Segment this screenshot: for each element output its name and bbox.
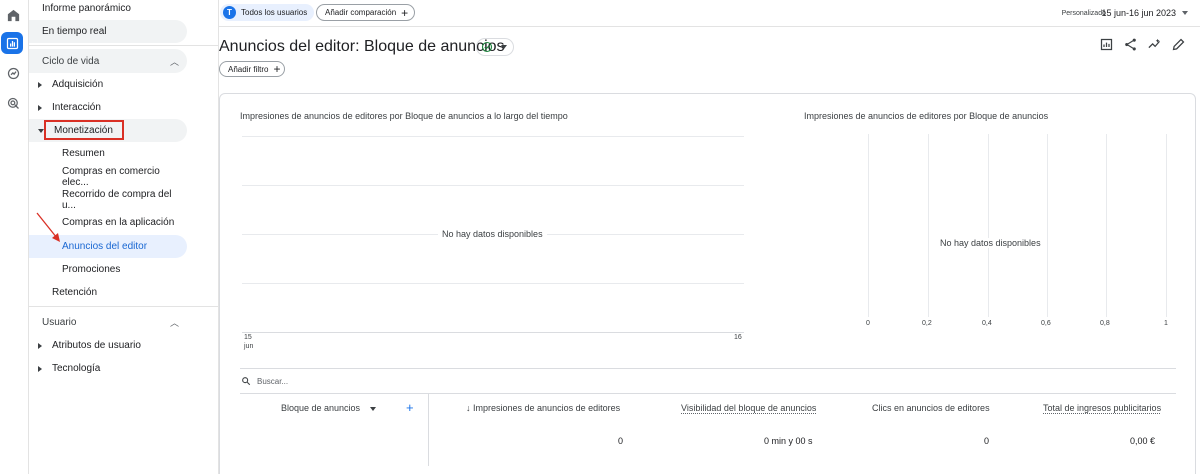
caret-down-icon [369,406,376,411]
divider [29,45,219,46]
report-card: Impresiones de anuncios de editores por … [219,93,1196,474]
divider [29,306,219,307]
expand-triangle-icon [38,342,42,349]
edit-pencil-icon[interactable] [1171,37,1186,52]
add-filter-button[interactable]: Añadir filtro + [219,61,286,77]
x-axis [242,332,744,333]
caret-down-icon [501,45,507,49]
plus-icon: + [401,5,409,20]
report-status-dropdown[interactable] [476,38,514,56]
x-tick-label: 0 [866,320,870,327]
section-user[interactable]: Usuario ︿ [29,310,187,334]
sidebar-subitem[interactable]: Promociones [29,258,187,281]
bar-chart-title: Impresiones de anuncios de editores por … [804,111,1049,121]
date-range-label: Personalizado [1061,10,1106,17]
explore-icon[interactable] [3,63,23,83]
date-range-picker[interactable]: 15 jun-16 jun 2023 [1101,8,1176,18]
page-title: Anuncios del editor: Bloque de anuncios [219,38,505,55]
highlight-box [44,120,124,140]
x-tick-label: 1 [1164,320,1168,327]
gridline [928,134,929,317]
advertising-icon[interactable] [3,93,23,113]
add-dimension-button[interactable]: + [406,400,414,415]
expand-triangle-icon [38,365,42,372]
sidebar-item-overview[interactable]: Informe panorámico [29,0,187,20]
dimension-column-header[interactable]: Bloque de anuncios [281,403,376,413]
reports-icon[interactable] [1,32,23,54]
total-cell: 0 [984,436,990,446]
insights-icon[interactable] [1147,37,1162,52]
x-tick-label: 0,6 [1041,320,1051,327]
sidebar-item-engagement[interactable]: Interacción [29,96,187,119]
table-search[interactable]: Buscar... [241,376,288,386]
sidebar-item-user-attributes[interactable]: Atributos de usuario [29,334,187,357]
x-tick-label: 15 [244,334,252,341]
no-data-message: No hay datos disponibles [438,229,547,239]
line-chart-title: Impresiones de anuncios de editores por … [240,111,568,121]
sidebar-subitem[interactable]: Resumen [29,142,187,165]
gridline [1106,134,1107,317]
avatar: T [223,6,236,19]
share-icon[interactable] [1123,37,1138,52]
no-data-message: No hay datos disponibles [936,238,1045,248]
sidebar-item-retention[interactable]: Retención [29,281,187,304]
customize-report-icon[interactable] [1099,37,1114,52]
sidebar-subitem[interactable]: Compras en comercio elec... [29,165,187,188]
gridline [242,283,744,284]
sidebar: Informe panorámico En tiempo real Ciclo … [29,0,219,474]
top-bar: T Todos los usuarios Añadir comparación … [219,0,1200,27]
x-tick-label: 0,8 [1100,320,1110,327]
caret-down-icon[interactable] [1182,11,1188,15]
table-header-border [240,393,1176,394]
table-column-divider [428,394,429,466]
add-comparison-button[interactable]: Añadir comparación + [316,4,416,21]
gridline [868,134,869,317]
x-tick-label: 16 [734,334,742,341]
column-header[interactable]: ↓ Impresiones de anuncios de editores [466,403,620,413]
users-segment-chip[interactable]: T Todos los usuarios [220,4,315,21]
gridline [1047,134,1048,317]
chevron-up-icon: ︿ [169,56,179,67]
gridline [242,185,744,186]
x-tick-label: 0,4 [982,320,992,327]
divider [240,368,1176,369]
left-rail [0,0,29,474]
column-header[interactable]: Visibilidad del bloque de anuncios [681,403,816,413]
check-circle-icon [481,41,493,53]
expand-triangle-icon [38,104,42,111]
annotation-arrow [36,212,60,242]
total-cell: 0 [618,436,624,446]
gridline [242,136,744,137]
sort-arrow-icon: ↓ [466,403,471,413]
toolbar [1099,37,1186,52]
total-cell: 0,00 € [1130,436,1156,446]
search-icon [242,377,251,386]
sidebar-item-technology[interactable]: Tecnología [29,357,187,380]
sidebar-item-acquisition[interactable]: Adquisición [29,73,187,96]
gridline [988,134,989,317]
sidebar-item-realtime[interactable]: En tiempo real [29,20,187,43]
x-tick-sublabel: jun [244,343,254,350]
x-tick-label: 0,2 [922,320,932,327]
search-input[interactable]: Buscar... [257,377,288,386]
total-cell: 0 min y 00 s [764,436,813,446]
chevron-up-icon: ︿ [169,317,179,328]
section-lifecycle[interactable]: Ciclo de vida ︿ [29,49,187,73]
plus-icon: + [273,62,281,76]
column-header[interactable]: Total de ingresos publicitarios [1043,403,1161,413]
expand-triangle-icon [38,81,42,88]
column-header[interactable]: Clics en anuncios de editores [872,403,990,413]
home-icon[interactable] [3,5,23,25]
gridline [1166,134,1167,317]
